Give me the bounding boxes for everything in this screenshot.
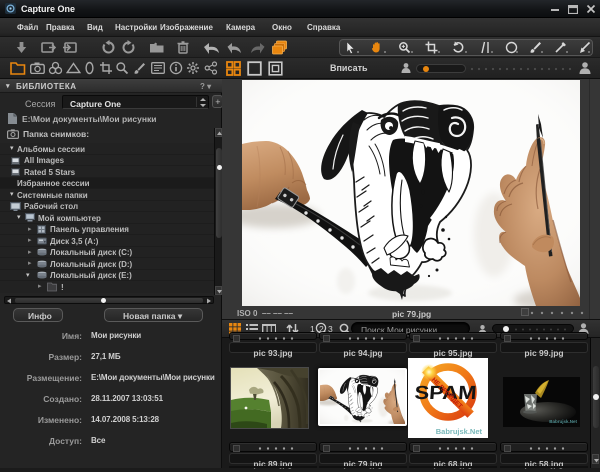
svg-text:Babrujsk.Net: Babrujsk.Net bbox=[436, 427, 483, 436]
svg-text:Babrujsk.Net: Babrujsk.Net bbox=[549, 419, 577, 424]
